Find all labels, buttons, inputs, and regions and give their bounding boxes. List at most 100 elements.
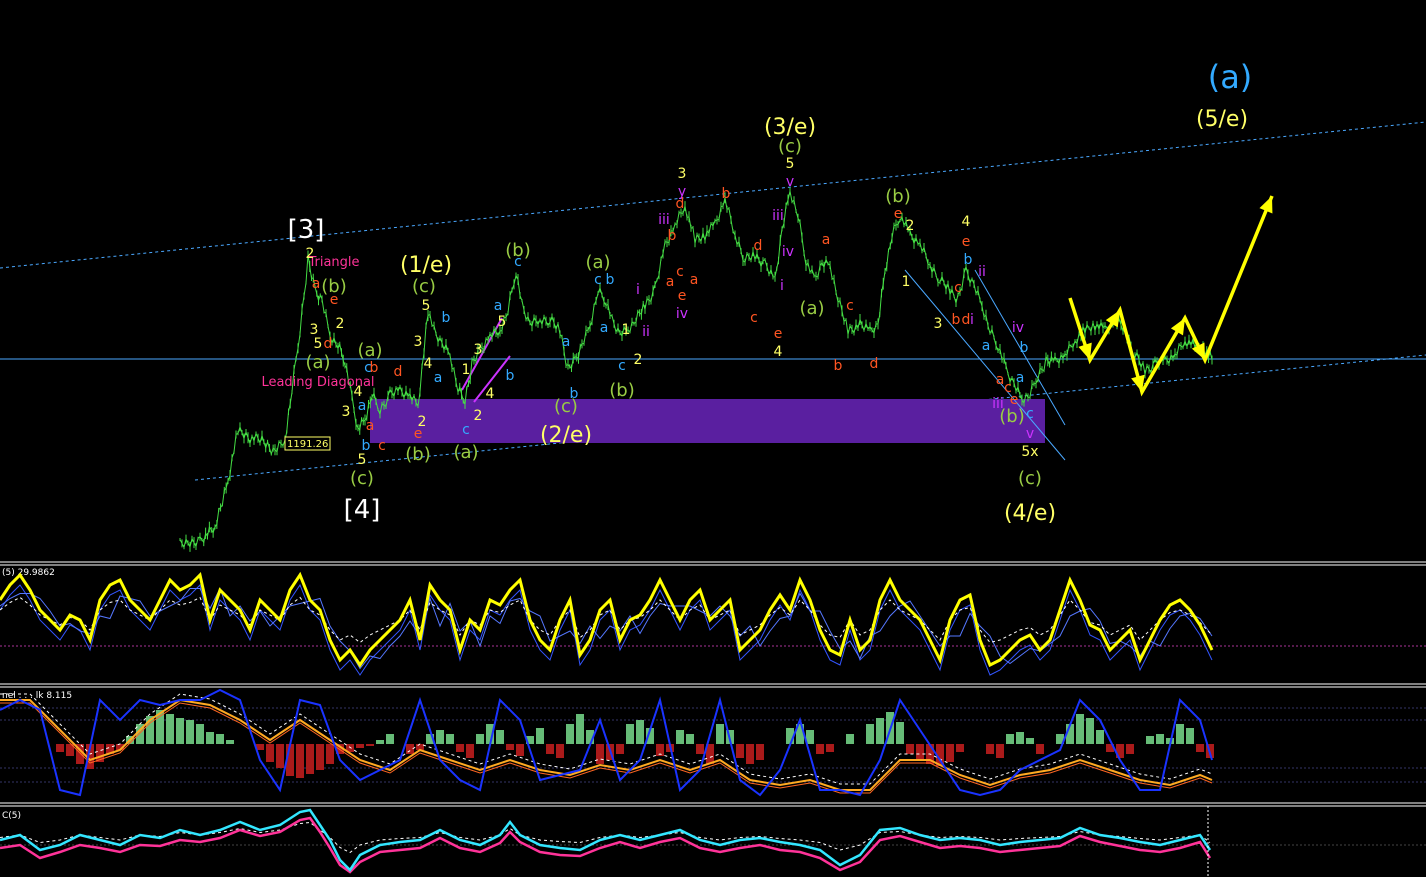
histogram-bar <box>1026 738 1034 744</box>
wave-label: a <box>982 338 991 354</box>
wave-label: e <box>678 288 687 304</box>
histogram-bar <box>986 744 994 754</box>
wave-label: d <box>870 356 879 372</box>
elliott-wave-chart: 1191.26[3][4](1/e)(2/e)(3/e)(4/e)(5/e)(a… <box>0 0 1426 877</box>
wave-label: iv <box>676 306 688 322</box>
histogram-bar <box>466 744 474 758</box>
histogram-bar <box>276 744 284 768</box>
wave-label: a <box>600 320 609 336</box>
wave-label: c <box>750 310 758 326</box>
histogram-bar <box>626 724 634 744</box>
wave-label: v <box>786 174 794 190</box>
wave-label: e <box>894 206 903 222</box>
histogram-bar <box>566 724 574 744</box>
wave-label: 2 <box>306 246 315 262</box>
histogram-bar <box>1146 736 1154 744</box>
wave-label: c <box>618 358 626 374</box>
wave-label: c <box>514 254 522 270</box>
histogram-bar <box>716 724 724 744</box>
wave-label: 5x <box>1021 444 1038 460</box>
wave-label: (c) <box>350 468 374 489</box>
histogram-bar <box>186 720 194 744</box>
wave-label: a <box>666 274 675 290</box>
wave-label: iii <box>772 208 784 224</box>
histogram-bar <box>686 734 694 744</box>
histogram-bar <box>756 744 764 760</box>
wave-label: i <box>636 282 640 298</box>
histogram-bar <box>596 744 604 764</box>
wave-label: a <box>312 276 321 292</box>
histogram-bar <box>546 744 554 754</box>
histogram-bar <box>616 744 624 754</box>
wave-label: d <box>394 364 403 380</box>
histogram-bar <box>946 744 954 762</box>
wave-label: c <box>954 280 962 296</box>
histogram-bar <box>226 740 234 744</box>
wave-label: (a) <box>585 252 610 273</box>
wave-label: 2 <box>634 352 643 368</box>
histogram-bar <box>1016 732 1024 744</box>
histogram-bar <box>1006 734 1014 744</box>
wave-label: b <box>570 386 579 402</box>
wave-label: (a) <box>1208 58 1253 96</box>
wave-label: 2 <box>336 316 345 332</box>
wave-label: 1 <box>622 322 631 338</box>
cci-title: C(5) <box>2 811 21 821</box>
histogram-bar <box>366 744 374 746</box>
histogram-bar <box>846 734 854 744</box>
wave-label: b <box>834 358 843 374</box>
histogram-bar <box>536 728 544 744</box>
wave-label: (b) <box>405 444 430 465</box>
histogram-bar <box>326 744 334 764</box>
histogram-bar <box>826 744 834 752</box>
wave-label: c <box>364 360 372 376</box>
wave-label: a <box>1016 370 1025 386</box>
histogram-bar <box>176 718 184 744</box>
wave-label: b <box>1020 340 1029 356</box>
wave-label: b <box>506 368 515 384</box>
wave-label: a <box>690 272 699 288</box>
oscillator-1-title: (5) 29.9862 <box>2 568 55 578</box>
wave-label: e <box>774 326 783 342</box>
wave-label: [3] <box>288 215 325 245</box>
wave-label: 3 <box>678 166 687 182</box>
wave-label: 4 <box>486 386 495 402</box>
wave-label: 3 <box>414 334 423 350</box>
wave-label: (a) <box>799 298 824 319</box>
wave-label: 5 <box>786 156 795 172</box>
wave-label: Triangle <box>307 255 359 270</box>
histogram-bar <box>506 744 514 750</box>
wave-label: b <box>952 312 961 328</box>
histogram-bar <box>476 734 484 744</box>
wave-label: (a) <box>357 340 382 361</box>
histogram-bar <box>166 714 174 744</box>
wave-label: d <box>754 238 763 254</box>
wave-label: 3 <box>342 404 351 420</box>
wave-label: (b) <box>885 186 910 207</box>
histogram-bar <box>1186 728 1194 744</box>
wave-label: i <box>970 312 974 328</box>
wave-label: a <box>996 372 1005 388</box>
histogram-bar <box>906 744 914 754</box>
histogram-bar <box>446 734 454 744</box>
wave-label: iii <box>658 212 670 228</box>
histogram-bar <box>1156 734 1164 744</box>
histogram-bar <box>1036 744 1044 754</box>
histogram-bar <box>866 724 874 744</box>
wave-label: v <box>1026 426 1034 442</box>
histogram-bar <box>746 744 754 764</box>
wave-label: 3 <box>934 316 943 332</box>
histogram-bar <box>636 720 644 744</box>
wave-label: (a) <box>305 352 330 373</box>
histogram-bar <box>1126 744 1134 754</box>
wave-label: a <box>358 398 367 414</box>
wave-label: (2/e) <box>540 423 592 448</box>
wave-label: (b) <box>609 380 634 401</box>
wave-label: b <box>668 228 677 244</box>
wave-label: ii <box>642 324 650 340</box>
wave-label: a <box>494 298 503 314</box>
wave-label: c <box>1004 380 1012 396</box>
wave-label: 4 <box>962 214 971 230</box>
wave-label: a <box>562 334 571 350</box>
wave-label: e <box>330 292 339 308</box>
